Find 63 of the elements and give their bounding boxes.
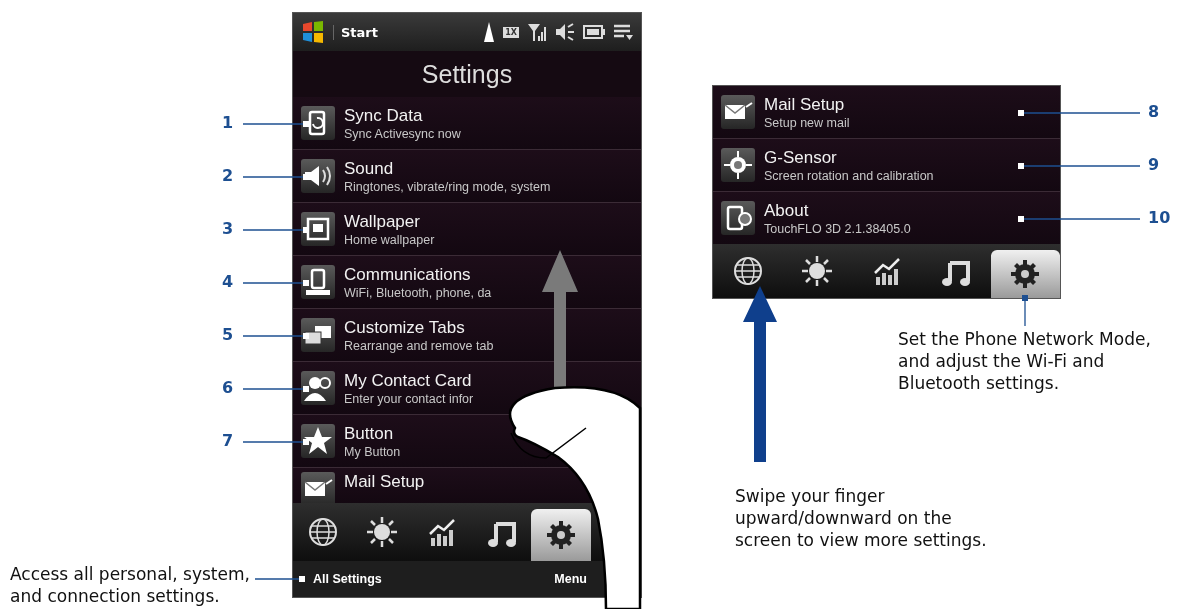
item-title[interactable]: G-Sensor: [764, 147, 934, 168]
callout-number: 5: [222, 325, 234, 344]
target-icon: [721, 148, 755, 182]
leader-line: [242, 333, 309, 339]
tab[interactable]: [531, 509, 591, 561]
callout-number: 1: [222, 113, 234, 132]
callout-number: 2: [222, 166, 234, 185]
globe-icon: [306, 516, 339, 548]
globe-icon: [731, 255, 764, 287]
tab[interactable]: [990, 250, 1060, 298]
callout-number: 4: [222, 272, 234, 291]
leader-line: [254, 576, 305, 582]
menu-icon: [613, 23, 633, 41]
item-title[interactable]: Wallpaper: [344, 211, 435, 232]
sun-icon: [366, 516, 399, 548]
item-title[interactable]: Communications: [344, 264, 492, 285]
screen-title: Settings: [421, 59, 513, 89]
antenna-icon: [483, 21, 496, 43]
leader-line: [242, 280, 309, 286]
leader-line: [242, 386, 309, 392]
item-title[interactable]: Mail Setup: [344, 472, 425, 492]
caption-text: Access all personal, system, and connection settings.: [10, 563, 251, 607]
item-subtitle: Ringtones, vibrate/ring mode, system: [344, 179, 551, 194]
item-subtitle: Sync Activesync now: [344, 126, 461, 141]
item-subtitle: TouchFLO 3D 2.1.38405.0: [764, 221, 911, 236]
item-title[interactable]: Sync Data: [344, 105, 461, 126]
item-title[interactable]: My Contact Card: [344, 370, 474, 391]
signal-icon: [527, 22, 547, 42]
callout-number: 9: [1148, 155, 1160, 174]
item-title[interactable]: Mail Setup: [764, 94, 850, 115]
item-title[interactable]: Customize Tabs: [344, 317, 494, 338]
softkey[interactable]: All Settings: [313, 572, 382, 586]
caption-text: Set the Phone Network Mode, and adjust the Wi-Fi and Bluetooth settings.: [898, 328, 1152, 394]
item-subtitle: Screen rotation and calibration: [764, 168, 934, 183]
item-subtitle: Rearrange and remove tab: [344, 338, 494, 353]
battery-icon: [583, 25, 605, 39]
callout-number: 3: [222, 219, 234, 238]
softkey[interactable]: Menu: [554, 572, 587, 586]
leader-line: [242, 121, 309, 127]
item-subtitle: WiFi, Bluetooth, phone, da: [344, 285, 492, 300]
callout-number: 7: [222, 431, 234, 450]
leader-line: [242, 439, 309, 445]
item-title[interactable]: About: [764, 200, 911, 221]
item-subtitle: Enter your contact infor: [344, 391, 474, 406]
item-subtitle: Home wallpaper: [344, 232, 435, 247]
item-subtitle: Setup new mail: [764, 115, 850, 130]
speaker-icon: [555, 22, 575, 42]
windows-logo-icon: [301, 20, 325, 44]
callout-number: 6: [222, 378, 234, 397]
settings-icon: [545, 519, 578, 551]
callout-number: 8: [1148, 102, 1160, 121]
caption-text: Swipe your finger upward/downward on the screen to view more settings.: [735, 485, 988, 551]
item-title[interactable]: Button: [344, 423, 401, 444]
leader-line: [1022, 294, 1028, 327]
network-label: 1X: [503, 26, 519, 38]
leader-line: [242, 227, 309, 233]
settings-icon: [1009, 258, 1042, 290]
item-title[interactable]: Sound: [344, 158, 551, 179]
callout-number: 10: [1148, 208, 1171, 227]
sun-icon: [801, 255, 834, 287]
leader-line: [242, 174, 309, 180]
start-label[interactable]: Start: [333, 24, 378, 40]
item-subtitle: My Button: [344, 444, 401, 459]
